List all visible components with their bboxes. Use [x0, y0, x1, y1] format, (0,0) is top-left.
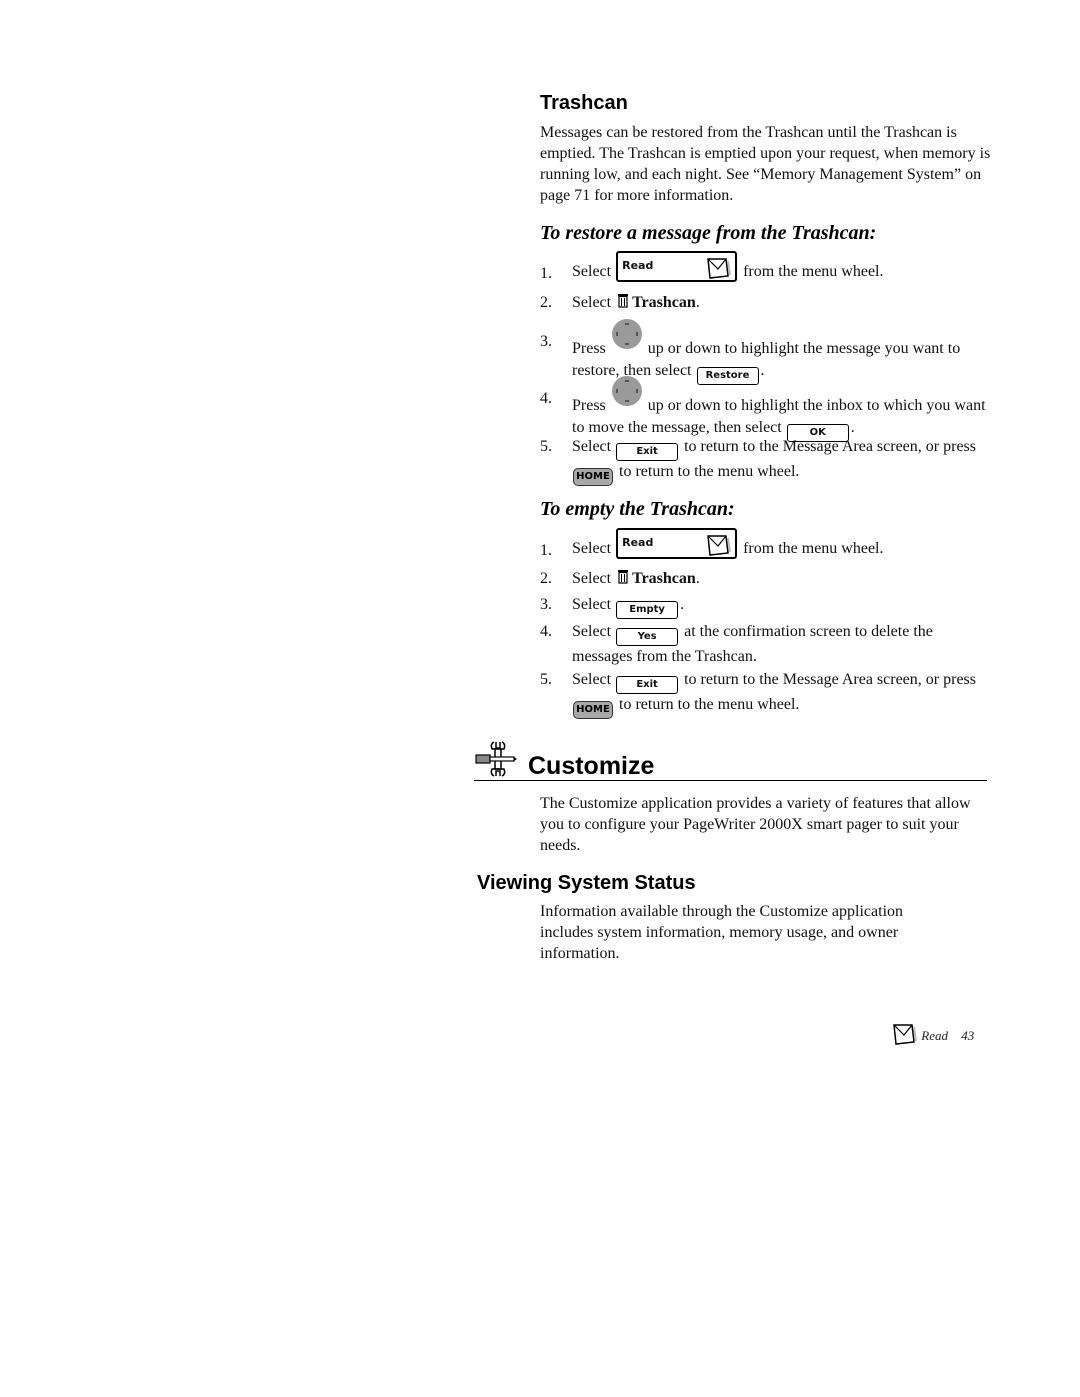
- navigation-pad-icon: [611, 319, 642, 349]
- step-text: Press: [572, 397, 606, 414]
- step-text: Select: [572, 438, 612, 455]
- system-status-heading: Viewing System Status: [477, 872, 696, 894]
- read-menu-button[interactable]: Read: [616, 528, 738, 559]
- page-footer: Read 43: [892, 1022, 974, 1046]
- step-text: .: [695, 294, 700, 311]
- step-number: 3.: [540, 333, 552, 350]
- exit-button[interactable]: Exit: [616, 443, 679, 461]
- step-number: 3.: [540, 596, 552, 613]
- envelope-icon: [707, 535, 732, 556]
- envelope-icon: [707, 258, 732, 279]
- step-text: Select: [572, 570, 612, 587]
- step-number: 2.: [540, 294, 552, 311]
- step-text: Select: [572, 540, 612, 557]
- page-number: 43: [961, 1028, 975, 1043]
- customize-heading: Customize: [528, 752, 655, 780]
- step-text: to return to the menu wheel.: [619, 696, 800, 713]
- step-text: Press: [572, 340, 606, 357]
- exit-button[interactable]: Exit: [616, 676, 679, 694]
- step-number: 1.: [540, 542, 552, 559]
- read-menu-button[interactable]: Read: [616, 251, 738, 282]
- step-text: .: [695, 570, 700, 587]
- step-text: from the menu wheel.: [743, 263, 884, 280]
- step-number: 5.: [540, 671, 552, 688]
- restore-heading: To restore a message from the Trashcan:: [540, 222, 877, 244]
- read-button-label: Read: [622, 536, 654, 549]
- empty-heading: To empty the Trashcan:: [540, 498, 735, 520]
- step-text: .: [850, 419, 855, 436]
- step-text: Select: [572, 263, 612, 280]
- step-number: 4.: [540, 390, 552, 407]
- step-text: to return to the Message Area screen, or…: [684, 671, 976, 688]
- trashcan-icon: [618, 570, 629, 584]
- step-text: from the menu wheel.: [743, 540, 884, 557]
- system-status-text: Information available through the Custom…: [540, 903, 904, 962]
- step-text: Select: [572, 623, 612, 640]
- step-number: 1.: [540, 265, 552, 282]
- step-text: Select: [572, 596, 612, 613]
- customize-tools-icon: [475, 741, 517, 777]
- home-key[interactable]: HOME: [573, 468, 613, 486]
- step-number: 2.: [540, 570, 552, 587]
- step-text: Select: [572, 294, 612, 311]
- step-text: Select: [572, 671, 612, 688]
- trashcan-icon: [618, 294, 629, 308]
- empty-button[interactable]: Empty: [616, 601, 679, 619]
- step-number: 5.: [540, 438, 552, 455]
- read-button-label: Read: [622, 259, 654, 272]
- step-text: .: [680, 596, 685, 613]
- home-key[interactable]: HOME: [573, 701, 613, 719]
- step-text: to return to the menu wheel.: [619, 463, 800, 480]
- envelope-icon: [893, 1024, 917, 1045]
- yes-button[interactable]: Yes: [616, 628, 679, 646]
- customize-intro: The Customize application provides a var…: [540, 795, 971, 854]
- trashcan-label: Trashcan: [632, 294, 696, 311]
- step-number: 4.: [540, 623, 552, 640]
- section-divider: [474, 780, 987, 781]
- trashcan-label: Trashcan: [632, 570, 696, 587]
- trashcan-heading: Trashcan: [540, 92, 628, 114]
- trashcan-intro: Messages can be restored from the Trashc…: [540, 124, 991, 204]
- footer-section-name: Read: [921, 1028, 948, 1043]
- step-text: to return to the Message Area screen, or…: [684, 438, 976, 455]
- navigation-pad-icon: [611, 376, 642, 406]
